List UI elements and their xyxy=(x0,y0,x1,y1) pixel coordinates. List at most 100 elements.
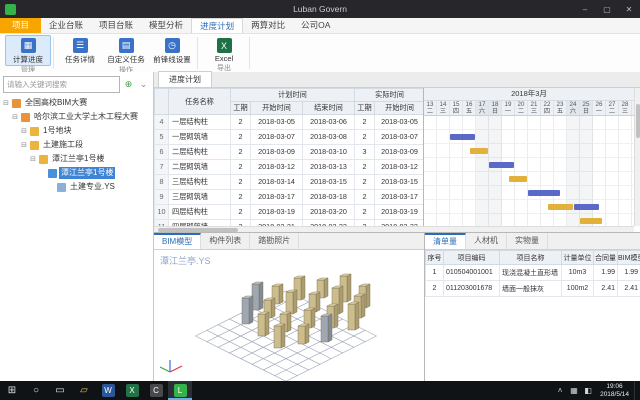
schedule-row-2[interactable]: 6二层结构柱22018-03-092018-03-1032018-03-09 xyxy=(155,145,425,160)
schedule-cell: 2018-03-08 xyxy=(303,130,355,145)
quantities-tab-strip: 清单量人材机实物量 xyxy=(425,233,640,250)
ribbon-tab-5[interactable]: 两算对比 xyxy=(243,18,293,33)
schedule-cell: 2 xyxy=(355,160,375,175)
volume-icon[interactable]: ◧ xyxy=(581,386,595,395)
luban-app-icon[interactable]: L xyxy=(168,381,192,400)
search-button[interactable]: ○ xyxy=(24,381,48,400)
vertical-scrollbar[interactable] xyxy=(634,88,640,226)
gantt-bar-blue[interactable] xyxy=(450,134,475,140)
tree-expander-icon[interactable]: ⊟ xyxy=(20,141,28,149)
schedule-cell: 二层砌筑墙 xyxy=(169,160,231,175)
quantities-row-1[interactable]: 2011203001678墙面一般抹灰100m22.412.41 xyxy=(426,281,640,297)
vertical-scroll-thumb[interactable] xyxy=(636,104,640,138)
ribbon-tab-2[interactable]: 项目台账 xyxy=(91,18,141,33)
tree-item-5[interactable]: 潭江兰亭1号楼 xyxy=(0,166,153,180)
gantt-day-21: 21三 xyxy=(528,101,541,115)
schedule-cell: 二层结构柱 xyxy=(169,145,231,160)
word-app-icon[interactable]: W xyxy=(96,381,120,400)
schedule-cell: 一层砌筑墙 xyxy=(169,130,231,145)
close-button[interactable]: ✕ xyxy=(618,0,640,18)
schedule-row-1[interactable]: 5一层砌筑墙22018-03-072018-03-0822018-03-07 xyxy=(155,130,425,145)
gantt-bar-yellow[interactable] xyxy=(470,148,489,154)
ribbon-tab-strip: 项目企业台账项目台账模型分析进度计划两算对比公司OA xyxy=(0,18,640,34)
schedule-cell: 9 xyxy=(155,190,169,205)
ribbon-button-custom-task[interactable]: ▤自定义任务 xyxy=(103,35,149,66)
schedule-cell: 2 xyxy=(231,190,251,205)
gantt-bar-blue[interactable] xyxy=(528,190,560,196)
ribbon-button-frontline[interactable]: ◷前锋线设置 xyxy=(149,35,195,66)
schedule-row-6[interactable]: 10四层结构柱22018-03-192018-03-2022018-03-19 xyxy=(155,205,425,220)
schedule-row-5[interactable]: 9三层砌筑墙22018-03-172018-03-1822018-03-17 xyxy=(155,190,425,205)
schedule-row-3[interactable]: 7二层砌筑墙22018-03-122018-03-1322018-03-12 xyxy=(155,160,425,175)
schedule-cell: 一层结构柱 xyxy=(169,115,231,130)
filter-icon[interactable]: ⊕ xyxy=(122,78,135,91)
network-icon[interactable]: ▦ xyxy=(567,386,581,395)
schedule-cell: 2 xyxy=(231,160,251,175)
quantities-row-0[interactable]: 1010504001001现浇混凝土直形墙10m31.991.99 xyxy=(426,265,640,281)
file-explorer-icon[interactable]: ▱ xyxy=(72,381,96,400)
ribbon-tab-4[interactable]: 进度计划 xyxy=(191,18,243,33)
minimize-button[interactable]: – xyxy=(574,0,596,18)
col-actual-time: 实际时间 xyxy=(355,89,425,102)
gantt-bar-yellow[interactable] xyxy=(548,204,573,210)
gantt-bar-yellow[interactable] xyxy=(580,218,602,224)
gantt-day-24: 24六 xyxy=(567,101,580,115)
viewer-tab-strip: BIM模型构件列表踏勘照片 xyxy=(154,233,424,250)
quantities-tab-0[interactable]: 清单量 xyxy=(425,233,466,249)
tree-item-3[interactable]: ⊟ 土建施工段 xyxy=(0,138,153,152)
tree-item-2[interactable]: ⊟1号地块 xyxy=(0,124,153,138)
tree-item-label: 哈尔滨工业大学土木工程大赛 xyxy=(32,111,140,123)
tree-expander-icon[interactable]: ⊟ xyxy=(2,99,10,107)
gantt-chart[interactable]: 2018年3月 13二14三15四16五17六18日19一20二21三22四23… xyxy=(424,88,634,226)
quantities-cell: 2.41 xyxy=(594,281,618,297)
tree-item-0[interactable]: ⊟全国高校BIM大赛 xyxy=(0,96,153,110)
tree-expander-icon[interactable]: ⊟ xyxy=(29,155,37,163)
gantt-body xyxy=(424,116,634,226)
gantt-bar-blue[interactable] xyxy=(489,162,514,168)
tree-expander-icon[interactable]: ⊟ xyxy=(20,127,28,135)
viewer-tab-1[interactable]: 构件列表 xyxy=(201,233,250,249)
windows-taskbar: ⊞○▭▱WXCL ˄ ▦ ◧ 19:06 2018/5/14 xyxy=(0,381,640,400)
tree-expander-icon[interactable]: ⊟ xyxy=(11,113,19,121)
tree-item-4[interactable]: ⊟潭江兰亭1号楼 xyxy=(0,152,153,166)
gantt-bar-blue[interactable] xyxy=(574,204,599,210)
quantities-tab-1[interactable]: 人材机 xyxy=(466,233,507,249)
doc-icon xyxy=(57,183,66,192)
bim-3d-canvas[interactable] xyxy=(154,250,424,381)
schedule-row-0[interactable]: 4一层结构柱22018-03-052018-03-0622018-03-05 xyxy=(155,115,425,130)
window-title: Luban Govern xyxy=(0,4,640,14)
viewer-tab-0[interactable]: BIM模型 xyxy=(154,233,201,249)
ribbon-tab-6[interactable]: 公司OA xyxy=(293,18,338,33)
action-center-button[interactable] xyxy=(634,381,640,400)
quantities-tab-2[interactable]: 实物量 xyxy=(507,233,548,249)
ribbon-button-task-detail[interactable]: ☰任务详情 xyxy=(57,35,103,66)
search-input[interactable]: 请输入关键词搜索 xyxy=(3,76,120,93)
tree-item-1[interactable]: ⊟ 哈尔滨工业大学土木工程大赛 xyxy=(0,110,153,124)
tree-item-6[interactable]: 土建专业.YS xyxy=(0,180,153,194)
ribbon-button-calc-progress[interactable]: ▦计算进度 xyxy=(5,35,51,66)
custom-task-icon: ▤ xyxy=(119,38,134,53)
maximize-button[interactable]: ▢ xyxy=(596,0,618,18)
ribbon-tab-3[interactable]: 模型分析 xyxy=(141,18,191,33)
bim-3d-viewport[interactable]: 潭江兰亭.YS xyxy=(154,250,424,381)
task-view-button[interactable]: ▭ xyxy=(48,381,72,400)
hidden-icons-chevron[interactable]: ˄ xyxy=(553,386,567,395)
schedule-cell: 2018-03-13 xyxy=(303,160,355,175)
cad-app-icon[interactable]: C xyxy=(144,381,168,400)
ribbon-button-excel[interactable]: XExcel xyxy=(201,35,247,64)
excel-app-icon[interactable]: X xyxy=(120,381,144,400)
schedule-cell: 2 xyxy=(231,205,251,220)
col-planned-time: 计划时间 xyxy=(231,89,355,102)
collapse-tree-icon[interactable]: ⌄ xyxy=(137,78,150,91)
tree-item-label: 土建施工段 xyxy=(41,139,85,151)
gantt-bar-yellow[interactable] xyxy=(509,176,528,182)
schedule-row-4[interactable]: 8三层结构柱22018-03-142018-03-1522018-03-15 xyxy=(155,175,425,190)
taskbar-clock[interactable]: 19:06 2018/5/14 xyxy=(595,383,634,399)
viewer-tab-2[interactable]: 踏勘照片 xyxy=(250,233,299,249)
quantities-cell: 1.99 xyxy=(594,265,618,281)
start-button[interactable]: ⊞ xyxy=(0,381,24,400)
ribbon-tab-0[interactable]: 项目 xyxy=(0,18,41,33)
model-icon xyxy=(48,169,57,178)
document-tab-schedule[interactable]: 进度计划 xyxy=(158,71,212,87)
ribbon-tab-1[interactable]: 企业台账 xyxy=(41,18,91,33)
